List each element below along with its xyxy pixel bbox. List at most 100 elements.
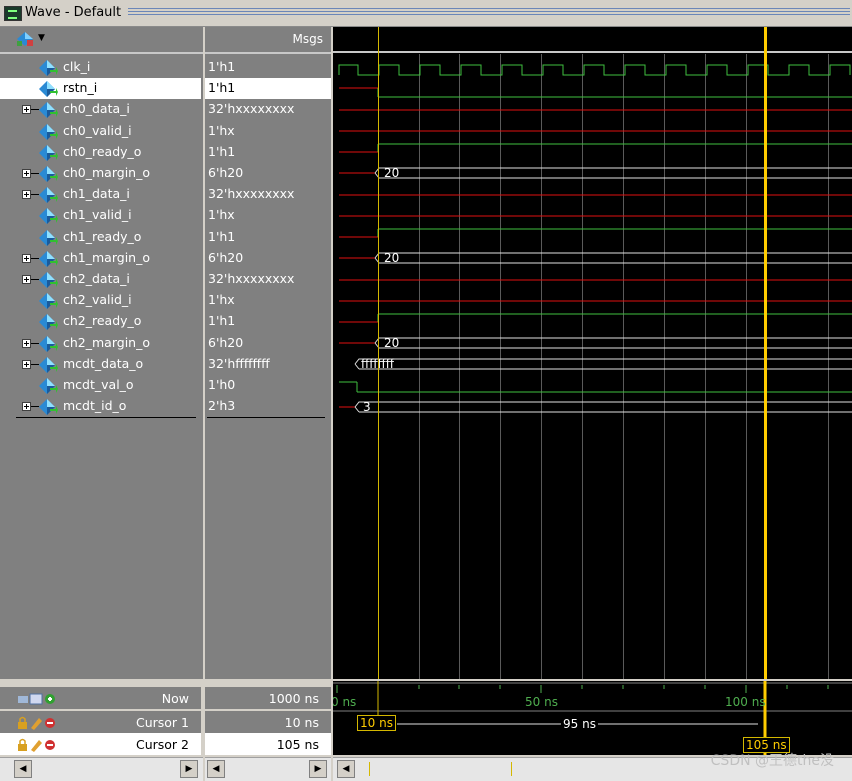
signal-row[interactable]: ch1_valid_i [0, 205, 201, 226]
signal-value-row[interactable]: 32'hxxxxxxxx [205, 99, 331, 120]
signal-icon [39, 378, 58, 394]
signal-row[interactable]: mcdt_id_o [0, 396, 201, 417]
signal-value-row[interactable]: 1'hx [205, 290, 331, 311]
cursor-delta-label: 95 ns [561, 717, 598, 731]
cursor-1-time-box[interactable]: 10 ns [357, 715, 396, 731]
watermark: CSDN @王德the没 [710, 753, 834, 769]
signal-icon [39, 293, 58, 310]
signal-row[interactable]: ch1_ready_o [0, 227, 201, 248]
cursor-2-line[interactable] [764, 27, 767, 679]
signal-value-row[interactable]: 1'h1 [205, 57, 331, 78]
cursor-1-line[interactable] [378, 27, 379, 679]
signal-name: ch2_margin_o [63, 334, 150, 350]
signal-row[interactable]: ch2_margin_o [0, 333, 201, 354]
signal-icon [39, 399, 58, 416]
values-scrollbar[interactable]: ◀ ▶ [205, 757, 331, 781]
title-grip[interactable] [128, 8, 850, 17]
signal-row[interactable]: mcdt_val_o [0, 375, 201, 396]
cursor-1-icons[interactable] [16, 715, 66, 731]
signal-value: 1'hx [208, 292, 235, 308]
cursor-1-value-row: 10 ns [205, 711, 331, 733]
now-icons[interactable] [16, 691, 66, 707]
signal-value: 6'h20 [208, 165, 244, 180]
expand-icon[interactable] [22, 105, 31, 115]
signal-value-row[interactable]: 1'h1 [205, 311, 331, 332]
signal-value-row[interactable]: 1'h1 [205, 227, 331, 248]
signal-value-row[interactable]: 32'hxxxxxxxx [205, 184, 331, 205]
signal-icon [39, 187, 58, 204]
clk-trace [338, 64, 851, 76]
signal-row[interactable]: mcdt_data_o [0, 354, 201, 375]
signal-value-row[interactable]: 32'hffffffff [205, 354, 331, 375]
scroll-left-icon[interactable]: ◀ [337, 760, 355, 778]
signal-name: ch1_ready_o [63, 228, 142, 244]
expand-icon[interactable] [22, 402, 31, 412]
signal-value-row[interactable]: 32'hxxxxxxxx [205, 269, 331, 290]
signal-value-row[interactable]: 6'h20 [205, 333, 331, 354]
signal-row[interactable]: clk_i [0, 57, 201, 78]
signal-name: ch0_data_i [63, 101, 130, 117]
ch0-margin-wave-value: 20 [384, 166, 400, 180]
signal-row[interactable]: ch1_data_i [0, 184, 201, 205]
signal-value-row[interactable]: 6'h20 [205, 163, 331, 184]
expand-icon[interactable] [22, 169, 31, 178]
window-title: Wave - Default [25, 5, 122, 20]
signal-icon [39, 60, 58, 76]
signal-value-row[interactable]: 1'h1 [205, 78, 331, 100]
now-label: Now [161, 691, 189, 706]
now-value-row: 1000 ns [205, 687, 331, 709]
scroll-left-icon[interactable]: ◀ [207, 760, 225, 778]
signal-row[interactable]: ch0_data_i [0, 99, 201, 120]
cursor-2-icons[interactable] [16, 737, 66, 753]
scroll-cursor-marker [369, 762, 370, 776]
expand-icon[interactable] [22, 338, 31, 348]
signal-value-row[interactable]: 1'hx [205, 205, 331, 226]
cursor-2-value-row: 105 ns [205, 733, 331, 755]
ch1-margin-wave-value: 20 [384, 251, 400, 265]
signal-tree-icon[interactable] [16, 31, 34, 47]
signal-value-row[interactable]: 1'h0 [205, 375, 331, 396]
signal-icon [39, 356, 58, 373]
signal-name: ch0_margin_o [63, 165, 150, 180]
signal-icon [39, 166, 58, 182]
signal-row[interactable]: ch0_ready_o [0, 142, 201, 163]
signal-row[interactable]: ch2_ready_o [0, 311, 201, 332]
signal-value-row[interactable]: 1'h1 [205, 142, 331, 163]
signal-row[interactable]: ch2_valid_i [0, 290, 201, 311]
expand-icon[interactable] [22, 190, 31, 200]
cursor-2-row[interactable]: Cursor 2 [0, 733, 201, 755]
signal-icon [39, 102, 58, 119]
signal-row[interactable]: rstn_i [0, 78, 201, 100]
signal-row[interactable]: ch0_valid_i [0, 121, 201, 142]
scroll-left-icon[interactable]: ◀ [14, 760, 32, 778]
signal-icon [39, 144, 58, 161]
signal-icon [39, 314, 58, 331]
signal-value-row[interactable]: 1'hx [205, 121, 331, 142]
cursor-2-label: Cursor 2 [135, 737, 189, 752]
waveform-pane[interactable]: 20 20 20 ffffffff 3 [333, 27, 852, 679]
ch2-margin-wave-value: 20 [384, 336, 400, 350]
signal-name: clk_i [63, 59, 91, 74]
names-scrollbar[interactable]: ◀ ▶ [0, 757, 203, 781]
signal-value-row[interactable]: 6'h20 [205, 248, 331, 269]
signal-name: ch0_valid_i [63, 122, 132, 138]
signal-name: mcdt_val_o [63, 377, 134, 392]
chevron-down-icon[interactable]: ▼ [38, 33, 45, 43]
expand-icon[interactable] [22, 275, 31, 284]
scroll-right-icon[interactable]: ▶ [309, 760, 327, 778]
signal-row[interactable]: ch2_data_i [0, 269, 201, 290]
signal-row[interactable]: ch0_margin_o [0, 163, 201, 184]
signal-icon [39, 250, 58, 267]
expand-icon[interactable] [22, 359, 31, 369]
signal-value: 1'hx [208, 122, 235, 138]
signal-row[interactable]: ch1_margin_o [0, 248, 201, 269]
signal-value: 2'h3 [208, 398, 236, 414]
signal-icon [39, 335, 58, 352]
expand-icon[interactable] [22, 253, 31, 263]
cursor-1-row[interactable]: Cursor 1 [0, 711, 201, 733]
scroll-right-icon[interactable]: ▶ [180, 760, 198, 778]
signal-value-row[interactable]: 2'h3 [205, 396, 331, 417]
tick-label-100: 100 ns [725, 695, 766, 709]
timeline-pane[interactable]: 0 ns 50 ns 100 ns 10 ns 95 ns 105 ns [333, 681, 852, 755]
signal-value: 32'hxxxxxxxx [208, 101, 295, 117]
